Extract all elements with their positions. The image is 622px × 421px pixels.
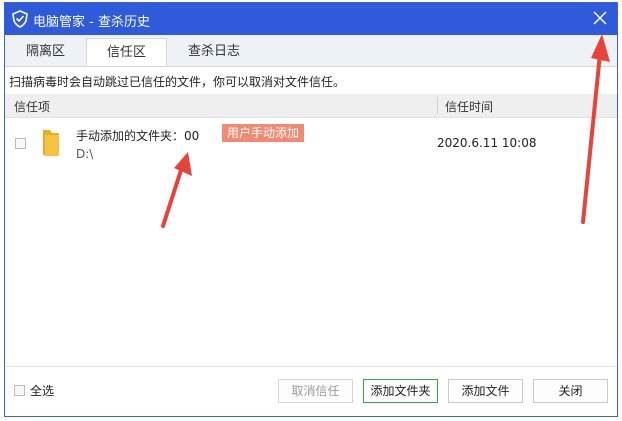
column-trust-time: 信任时间 (445, 100, 494, 114)
description-text: 扫描病毒时会自动跳过已信任的文件，你可以取消对文件信任。 (9, 75, 346, 89)
add-file-button[interactable]: 添加文件 (448, 379, 523, 403)
title-bar[interactable]: 电脑管家 - 查杀历史 (5, 3, 617, 35)
add-folder-button[interactable]: 添加文件夹 (363, 379, 438, 403)
row-checkbox[interactable] (15, 138, 26, 149)
item-path: D:\ (76, 147, 94, 161)
tab-quarantine[interactable]: 隔离区 (5, 38, 86, 66)
shield-check-icon (12, 10, 28, 28)
close-button[interactable]: 关闭 (533, 379, 608, 403)
select-all-label: 全选 (30, 384, 55, 398)
tab-bar: 隔离区 信任区 查杀日志 (5, 35, 617, 67)
tab-trust-zone[interactable]: 信任区 (86, 38, 167, 66)
item-name: 手动添加的文件夹：00 (76, 129, 200, 143)
table-header: 信任项 信任时间 (5, 94, 617, 118)
folder-icon (43, 130, 59, 156)
window-title: 电脑管家 - 查杀历史 (33, 15, 150, 30)
close-icon[interactable] (591, 9, 609, 27)
untrust-button[interactable]: 取消信任 (278, 379, 353, 403)
select-all-checkbox[interactable] (14, 385, 25, 396)
column-trust-item: 信任项 (14, 100, 51, 114)
tab-scan-log[interactable]: 查杀日志 (169, 38, 259, 66)
manual-add-badge: 用户手动添加 (222, 124, 305, 142)
column-divider[interactable] (437, 97, 438, 114)
item-trust-time: 2020.6.11 10:08 (437, 136, 537, 150)
dialog-window: 电脑管家 - 查杀历史 隔离区 信任区 查杀日志 (4, 2, 618, 417)
